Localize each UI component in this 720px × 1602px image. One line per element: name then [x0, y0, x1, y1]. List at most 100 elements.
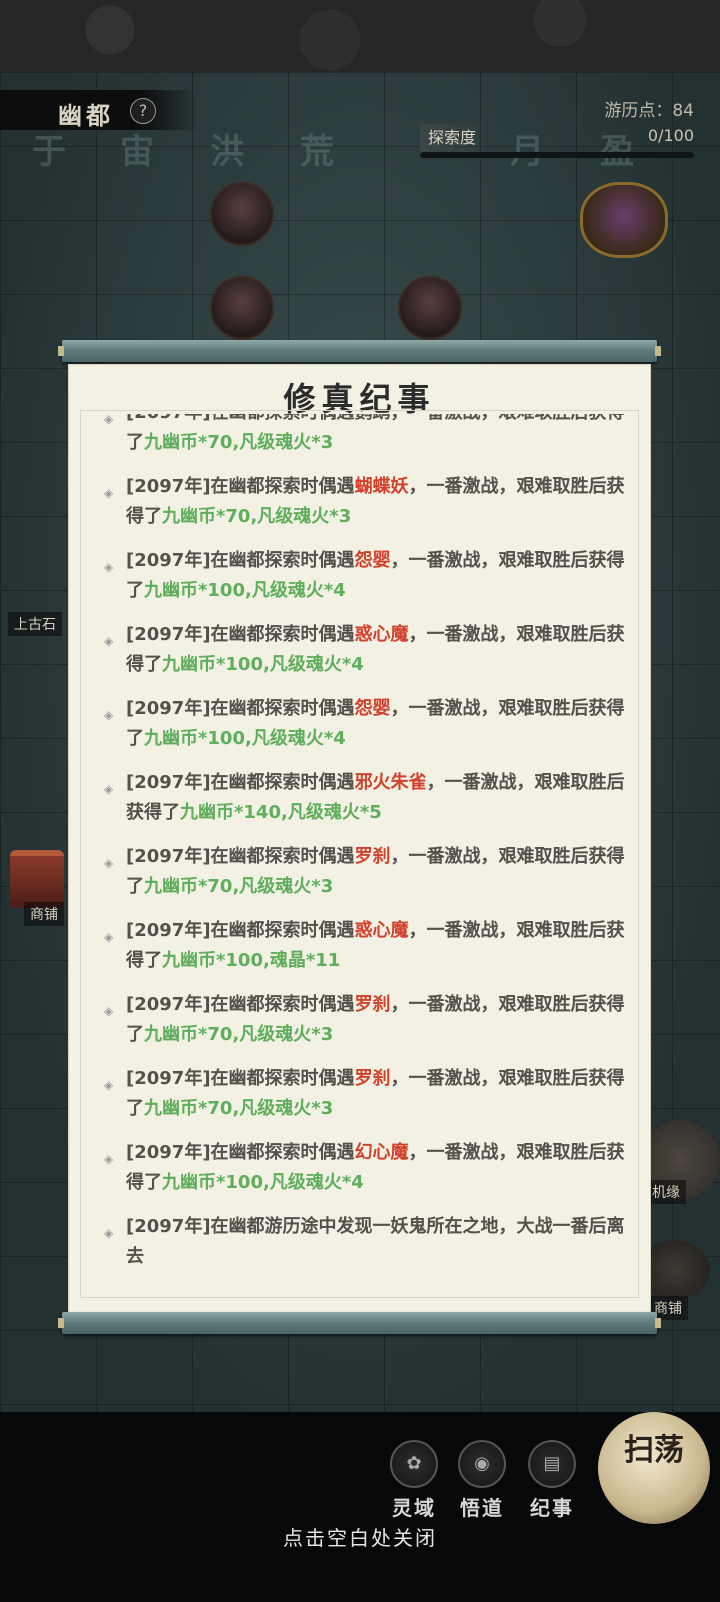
nav-label: 纪事	[530, 1496, 574, 1520]
log-entry: ◈ [2097年]在幽都探索时偶遇邪火朱雀，一番激战，艰难取胜后获得了九幽币*14…	[102, 768, 630, 842]
exploration-value: 0/100	[647, 126, 694, 145]
log-prefix: [2097年]在幽都探索时偶遇	[126, 698, 355, 719]
log-entry-text: [2097年]在幽都探索时偶遇蝴蝶妖，一番激战，艰难取胜后获得了九幽币*70,凡…	[126, 472, 630, 532]
diamond-bullet-icon: ◈	[104, 414, 114, 426]
enemy-name: 罗刹	[354, 994, 391, 1015]
cloud-header-banner	[0, 0, 720, 72]
log-entry-text: [2097年]在幽都探索时偶遇怨婴，一番激战，艰难取胜后获得了九幽币*100,凡…	[126, 694, 630, 754]
nav-enlightenment[interactable]: ◉ 悟道	[450, 1440, 514, 1521]
reward-text: 九幽币*100,魂晶*11	[162, 950, 341, 971]
diamond-bullet-icon: ◈	[104, 1078, 114, 1092]
ghost-char: 洪	[210, 132, 244, 172]
eye-swirl-icon: ◉	[458, 1440, 506, 1488]
reward-text: 九幽币*100,凡级魂火*4	[162, 1172, 364, 1193]
enemy-name: 罗刹	[354, 846, 391, 867]
log-entry-text: [2097年]在幽都探索时偶遇邪火朱雀，一番激战，艰难取胜后获得了九幽币*140…	[126, 768, 630, 828]
log-entry: ◈ [2097年]在幽都游历途中发现一妖鬼所在之地，大战一番后离去	[102, 1212, 630, 1284]
ghost-char: 宙	[120, 132, 154, 172]
log-entry: ◈ [2097年]在幽都探索时偶遇鹦鹉，一番激战，艰难取胜后获得了九幽币*70,凡…	[102, 414, 630, 472]
log-entry-text: [2097年]在幽都游历途中发现一妖鬼所在之地，大战一番后离去	[126, 1212, 630, 1272]
log-list: ◈ [2097年]在幽都探索时偶遇鹦鹉，一番激战，艰难取胜后获得了九幽币*70,凡…	[102, 414, 630, 1284]
nav-spirit-realm[interactable]: ✿ 灵域	[382, 1440, 446, 1521]
log-prefix: [2097年]在幽都探索时偶遇	[126, 1068, 355, 1089]
diamond-bullet-icon: ◈	[104, 1152, 114, 1166]
enemy-name: 怨婴	[354, 698, 391, 719]
diamond-bullet-icon: ◈	[104, 634, 114, 648]
log-entry-text: [2097年]在幽都探索时偶遇鹦鹉，一番激战，艰难取胜后获得了九幽币*70,凡级…	[126, 414, 630, 458]
enemy-token[interactable]	[210, 182, 274, 246]
log-entry-text: [2097年]在幽都探索时偶遇惑心魔，一番激战，艰难取胜后获得了九幽币*100,…	[126, 916, 630, 976]
log-prefix: [2097年]在幽都探索时偶遇	[126, 920, 355, 941]
fate-label[interactable]: 机缘	[646, 1180, 686, 1204]
log-entry: ◈ [2097年]在幽都探索时偶遇惑心魔，一番激战，艰难取胜后获得了九幽币*100…	[102, 916, 630, 990]
enemy-name: 邪火朱雀	[354, 772, 427, 793]
enemy-name: 蝴蝶妖	[354, 476, 409, 497]
ancient-stone-label[interactable]: 上古石	[8, 612, 62, 636]
log-entry: ◈ [2097年]在幽都探索时偶遇怨婴，一番激战，艰难取胜后获得了九幽币*100,…	[102, 546, 630, 620]
diamond-bullet-icon: ◈	[104, 560, 114, 574]
sweep-button[interactable]: 扫荡	[598, 1412, 710, 1524]
lotus-swirl-icon: ✿	[390, 1440, 438, 1488]
enemy-token[interactable]	[398, 276, 462, 340]
boss-token[interactable]	[580, 182, 668, 258]
reward-text: 九幽币*70,凡级魂火*3	[144, 1024, 334, 1045]
log-prefix: [2097年]在幽都探索时偶遇	[126, 846, 355, 867]
nav-label: 灵域	[392, 1496, 436, 1520]
ghost-char: 荒	[300, 132, 334, 172]
close-hint[interactable]: 点击空白处关闭	[0, 1522, 720, 1551]
enemy-name: 怨婴	[354, 550, 391, 571]
reward-text: 九幽币*70,凡级魂火*3	[144, 876, 334, 897]
reward-text: 九幽币*70,凡级魂火*3	[144, 1098, 334, 1119]
reward-text: 九幽币*70,凡级魂火*3	[162, 506, 352, 527]
enemy-token[interactable]	[210, 276, 274, 340]
log-prefix: [2097年]在幽都探索时偶遇	[126, 772, 355, 793]
exploration-label: 探索度	[420, 124, 489, 152]
reward-text: 九幽币*140,凡级魂火*5	[180, 802, 382, 823]
log-entry-text: [2097年]在幽都探索时偶遇罗刹，一番激战，艰难取胜后获得了九幽币*70,凡级…	[126, 990, 630, 1050]
diamond-bullet-icon: ◈	[104, 1226, 114, 1240]
enemy-name: 罗刹	[354, 1068, 391, 1089]
log-prefix: [2097年]在幽都游历途中发现一妖鬼所在之地，大战一番后离去	[126, 1216, 625, 1267]
log-entry-text: [2097年]在幽都探索时偶遇罗刹，一番激战，艰难取胜后获得了九幽币*70,凡级…	[126, 1064, 630, 1124]
book-icon: ▤	[528, 1440, 576, 1488]
log-entry: ◈ [2097年]在幽都探索时偶遇蝴蝶妖，一番激战，艰难取胜后获得了九幽币*70,…	[102, 472, 630, 546]
log-prefix: [2097年]在幽都探索时偶遇	[126, 1142, 355, 1163]
log-entry: ◈ [2097年]在幽都探索时偶遇罗刹，一番激战，艰难取胜后获得了九幽币*70,凡…	[102, 990, 630, 1064]
enemy-name: 惑心魔	[354, 624, 409, 645]
shop-label[interactable]: 商铺	[24, 902, 64, 926]
reward-text: 九幽币*70,凡级魂火*3	[144, 432, 334, 453]
log-entry: ◈ [2097年]在幽都探索时偶遇罗刹，一番激战，艰难取胜后获得了九幽币*70,凡…	[102, 1064, 630, 1138]
diamond-bullet-icon: ◈	[104, 782, 114, 796]
log-prefix: [2097年]在幽都探索时偶遇	[126, 550, 355, 571]
log-entry: ◈ [2097年]在幽都探索时偶遇罗刹，一番激战，艰难取胜后获得了九幽币*70,凡…	[102, 842, 630, 916]
log-entry: ◈ [2097年]在幽都探索时偶遇怨婴，一番激战，艰难取胜后获得了九幽币*100,…	[102, 694, 630, 768]
enemy-name: 惑心魔	[354, 920, 409, 941]
shop-icon[interactable]	[10, 850, 64, 908]
exploration-progress-bar	[420, 152, 694, 158]
log-scroll-area[interactable]: ◈ [2097年]在幽都探索时偶遇鹦鹉，一番激战，艰难取胜后获得了九幽币*70,凡…	[102, 414, 630, 1284]
log-entry-text: [2097年]在幽都探索时偶遇怨婴，一番激战，艰难取胜后获得了九幽币*100,凡…	[126, 546, 630, 606]
map-title: 幽都	[58, 102, 114, 130]
diamond-bullet-icon: ◈	[104, 1004, 114, 1018]
chronicle-modal: 修真纪事 ◈[2097年]在幽都探索时偶遇鹦鹉，一番激战，艰难取胜后获得了九幽币…	[68, 364, 651, 1316]
reward-text: 九幽币*100,凡级魂火*4	[162, 654, 364, 675]
diamond-bullet-icon: ◈	[104, 708, 114, 722]
log-prefix: [2097年]在幽都探索时偶遇	[126, 476, 355, 497]
help-icon[interactable]: ?	[130, 98, 156, 124]
ghost-char: 盈	[600, 124, 634, 173]
diamond-bullet-icon: ◈	[104, 930, 114, 944]
reward-text: 九幽币*100,凡级魂火*4	[144, 728, 346, 749]
ghost-char: 月	[510, 124, 544, 173]
log-entry-text: [2097年]在幽都探索时偶遇罗刹，一番激战，艰难取胜后获得了九幽币*70,凡级…	[126, 842, 630, 902]
scroll-bottom-roller	[58, 1312, 661, 1334]
nav-chronicle[interactable]: ▤ 纪事	[520, 1440, 584, 1521]
scroll-top-roller	[58, 340, 661, 362]
log-prefix: [2097年]在幽都探索时偶遇	[126, 994, 355, 1015]
diamond-bullet-icon: ◈	[104, 486, 114, 500]
diamond-bullet-icon: ◈	[104, 856, 114, 870]
log-entry: ◈ [2097年]在幽都探索时偶遇幻心魔，一番激战，艰难取胜后获得了九幽币*100…	[102, 1138, 630, 1212]
enemy-name: 幻心魔	[354, 1142, 409, 1163]
nav-label: 悟道	[460, 1496, 504, 1520]
log-entry-text: [2097年]在幽都探索时偶遇惑心魔，一番激战，艰难取胜后获得了九幽币*100,…	[126, 620, 630, 680]
log-entry-text: [2097年]在幽都探索时偶遇幻心魔，一番激战，艰难取胜后获得了九幽币*100,…	[126, 1138, 630, 1198]
